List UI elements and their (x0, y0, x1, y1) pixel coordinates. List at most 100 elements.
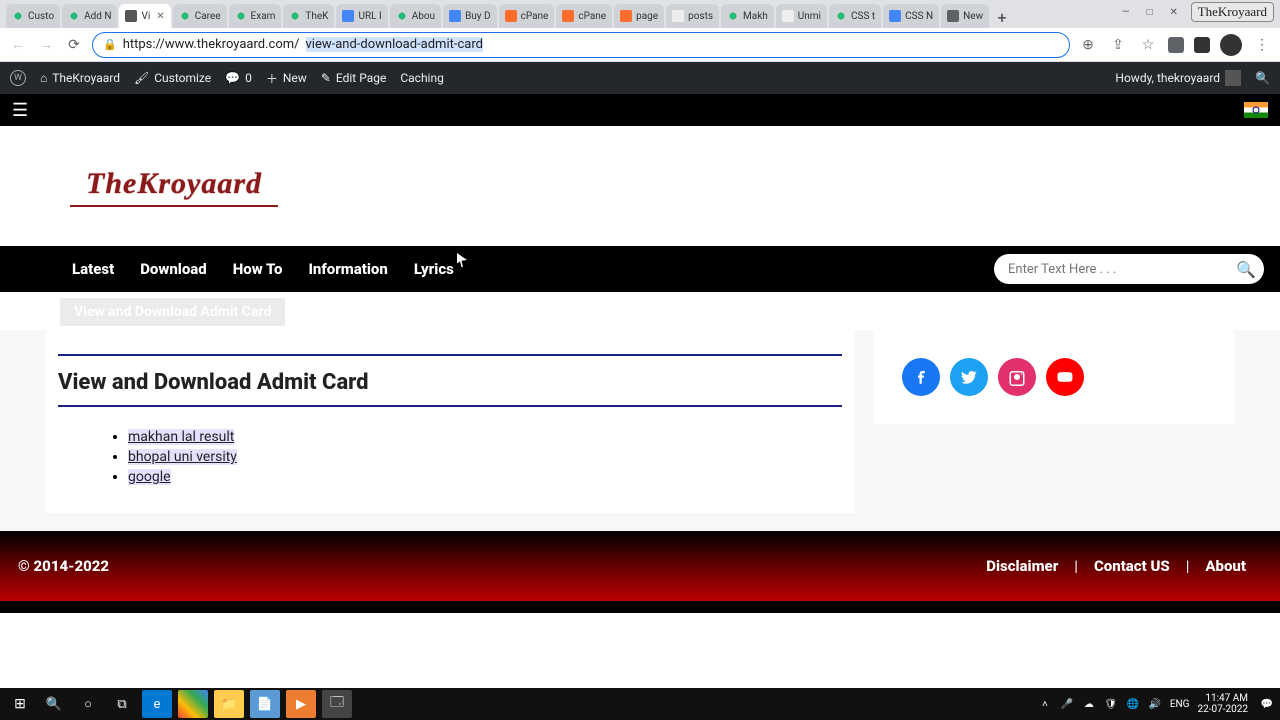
tab-label: Makh (743, 11, 768, 22)
edge-icon[interactable]: e (142, 690, 172, 718)
favicon-icon (449, 10, 461, 22)
facebook-icon[interactable] (902, 358, 940, 396)
instagram-icon[interactable] (998, 358, 1036, 396)
extension-icon[interactable] (1168, 37, 1184, 53)
wp-customize[interactable]: 🖌Customize (134, 71, 211, 85)
onedrive-icon[interactable]: ☁ (1082, 697, 1096, 711)
page-title: View and Download Admit Card (58, 370, 842, 395)
search-box[interactable]: 🔍 (994, 254, 1264, 284)
tab[interactable]: URL I (336, 4, 387, 28)
tab[interactable]: Buy D (443, 4, 497, 28)
nav-link[interactable]: Latest (72, 260, 114, 278)
wp-search-icon[interactable]: 🔍 (1255, 71, 1270, 85)
favicon-icon (672, 10, 684, 22)
search-icon[interactable]: 🔍 (1236, 260, 1256, 279)
content-link[interactable]: bhopal uni versity (128, 449, 237, 465)
tab[interactable]: Caree (173, 4, 227, 28)
explorer-icon[interactable]: 📁 (214, 690, 244, 718)
tab[interactable]: Unmi (776, 4, 827, 28)
wp-caching[interactable]: Caching (400, 71, 444, 85)
nav-link[interactable]: Lyrics (414, 260, 454, 278)
extension-icon[interactable] (1194, 37, 1210, 53)
lock-icon: 🔒 (103, 38, 117, 51)
footer-edge (0, 601, 1280, 613)
mic-icon[interactable]: 🎤 (1060, 697, 1074, 711)
reload-button[interactable]: ⟳ (64, 35, 84, 55)
app-icon[interactable]: 📄 (250, 690, 280, 718)
profile-avatar[interactable] (1220, 34, 1242, 56)
url-prefix: https://www.thekroyaard.com/ (123, 37, 300, 52)
nav-link[interactable]: How To (233, 260, 283, 278)
zoom-icon[interactable]: ⊕ (1078, 35, 1098, 55)
footer-link[interactable]: Disclaimer (970, 557, 1074, 575)
tab[interactable]: CSS N (883, 4, 939, 28)
tab-label: Unmi (798, 11, 821, 22)
tab-label: TheK (305, 11, 328, 22)
youtube-icon[interactable] (1046, 358, 1084, 396)
cortana-icon[interactable]: ○ (74, 690, 102, 718)
chevron-up-icon[interactable]: ˄ (1038, 697, 1052, 711)
wp-new[interactable]: ＋New (266, 70, 307, 87)
wp-comments[interactable]: 💬0 (225, 71, 252, 85)
volume-icon[interactable]: 🔊 (1148, 697, 1162, 711)
site-top-strip: ☰ (0, 94, 1280, 126)
tab[interactable]: CSS t (829, 4, 881, 28)
clock[interactable]: 11:47 AM 22-07-2022 (1198, 693, 1253, 715)
favicon-icon (68, 10, 80, 22)
content-link[interactable]: google (128, 469, 171, 485)
window-maximize[interactable]: □ (1143, 5, 1157, 19)
chrome-icon[interactable] (178, 690, 208, 718)
tab[interactable]: Abou (390, 4, 441, 28)
menu-icon[interactable]: ⋮ (1252, 35, 1272, 55)
tab-close-icon[interactable]: ✕ (156, 11, 164, 22)
start-button[interactable]: ⊞ (6, 690, 34, 718)
tab[interactable]: Makh (721, 4, 774, 28)
nav-link[interactable]: Download (140, 260, 207, 278)
bookmark-icon[interactable]: ☆ (1138, 35, 1158, 55)
footer-link[interactable]: About (1189, 557, 1262, 575)
tab[interactable]: Vi✕ (119, 4, 170, 28)
new-tab-button[interactable]: + (991, 6, 1013, 28)
tab[interactable]: cPane (556, 4, 612, 28)
tab[interactable]: Custo (6, 4, 60, 28)
tab[interactable]: page (614, 4, 664, 28)
tab[interactable]: Add N (62, 4, 117, 28)
network-icon[interactable]: 🌐 (1126, 697, 1140, 711)
footer-link[interactable]: Contact US (1078, 557, 1186, 575)
task-view-icon[interactable]: ⧉ (108, 690, 136, 718)
notifications-icon[interactable]: 💬 (1260, 697, 1274, 711)
hamburger-icon[interactable]: ☰ (12, 100, 28, 121)
forward-button[interactable]: → (36, 35, 56, 55)
url-input[interactable]: 🔒 https://www.thekroyaard.com/view-and-d… (92, 32, 1070, 58)
search-input[interactable] (1008, 262, 1236, 277)
header-logo-area: TheKroyaard (0, 126, 1280, 246)
twitter-icon[interactable] (950, 358, 988, 396)
wp-site-name[interactable]: ⌂TheKroyaard (40, 71, 120, 85)
tab[interactable]: Exam (229, 4, 282, 28)
media-icon[interactable]: ▶ (286, 690, 316, 718)
wp-edit-page[interactable]: ✎Edit Page (321, 71, 387, 85)
back-button[interactable]: ← (8, 35, 28, 55)
share-icon[interactable]: ⇪ (1108, 35, 1128, 55)
system-tray[interactable]: ˄ 🎤 ☁ 🛡 🌐 🔊 ENG 11:47 AM 22-07-2022 💬 (1038, 693, 1274, 715)
tab[interactable]: TheK (283, 4, 334, 28)
tab[interactable]: cPane (499, 4, 555, 28)
content-row: View and Download Admit Card makhan lal … (0, 330, 1280, 531)
nav-link[interactable]: Information (308, 260, 387, 278)
content-link[interactable]: makhan lal result (128, 429, 234, 445)
app-icon[interactable]: 🗔 (322, 690, 352, 718)
defender-icon[interactable]: 🛡 (1104, 697, 1118, 711)
favicon-icon (125, 10, 137, 22)
tab[interactable]: New (941, 4, 989, 28)
wp-logo[interactable]: W (10, 70, 26, 86)
favicon-icon (727, 10, 739, 22)
language-indicator[interactable]: ENG (1170, 699, 1190, 710)
taskbar-search-icon[interactable]: 🔍 (40, 690, 68, 718)
window-minimize[interactable]: — (1119, 5, 1133, 19)
site-logo[interactable]: TheKroyaard (70, 165, 278, 207)
tab[interactable]: posts (666, 4, 719, 28)
sidebar-social (874, 330, 1234, 424)
favicon-icon (505, 10, 517, 22)
wp-howdy[interactable]: Howdy, thekroyaard (1115, 70, 1241, 86)
window-close[interactable]: ✕ (1167, 5, 1181, 19)
